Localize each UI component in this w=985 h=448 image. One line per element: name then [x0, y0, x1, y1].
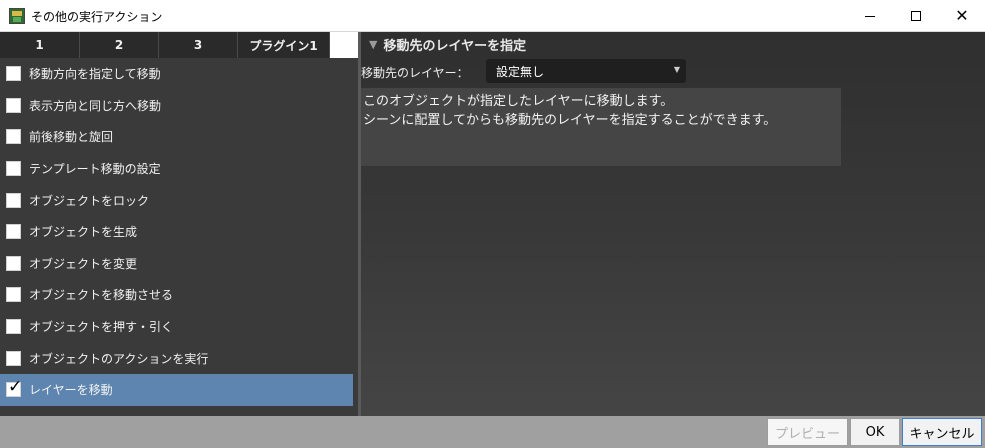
checkbox[interactable]: [6, 161, 21, 177]
chevron-down-icon: ▼: [673, 65, 680, 74]
tab-1[interactable]: 1: [0, 32, 80, 58]
list-item[interactable]: オブジェクトを押す・引く: [0, 311, 353, 343]
list-item[interactable]: テンプレート移動の設定: [0, 153, 353, 185]
checkbox[interactable]: [6, 97, 21, 113]
list-item[interactable]: オブジェクトを変更: [0, 248, 353, 280]
description-line: シーンに配置してからも移動先のレイヤーを指定することができます。: [363, 113, 777, 128]
title-bar: その他の実行アクション ✕: [0, 0, 985, 32]
minimize-icon: [865, 15, 875, 17]
list-item-label: オブジェクトを変更: [29, 256, 138, 271]
list-item[interactable]: オブジェクトを生成: [0, 216, 353, 248]
action-list: 移動方向を指定して移動 表示方向と同じ方へ移動 前後移動と旋回 テンプレート移動…: [0, 58, 353, 406]
action-list-panel: 1 2 3 プラグイン1 移動方向を指定して移動 表示方向と同じ方へ移動 前後移…: [0, 32, 358, 416]
close-button[interactable]: ✕: [939, 0, 985, 32]
checkbox[interactable]: [6, 224, 21, 240]
description-line: このオブジェクトが指定したレイヤーに移動します。: [363, 94, 674, 109]
list-item-label: 移動方向を指定して移動: [29, 67, 161, 82]
checkbox[interactable]: [6, 255, 21, 271]
checkbox[interactable]: [6, 129, 21, 145]
button-bar: プレビュー OK キャンセル: [0, 416, 985, 448]
app-icon: [9, 8, 25, 24]
layer-field-label: 移動先のレイヤー：: [361, 66, 469, 80]
checkbox[interactable]: [6, 192, 21, 208]
close-icon: ✕: [955, 6, 969, 25]
preview-button[interactable]: プレビュー: [767, 418, 848, 446]
list-item[interactable]: オブジェクトをロック: [0, 184, 353, 216]
tab-plugin1[interactable]: プラグイン1: [238, 32, 330, 58]
tab-bar: 1 2 3 プラグイン1: [0, 32, 358, 58]
list-item-label: オブジェクトを生成: [29, 225, 138, 240]
checkbox[interactable]: [6, 350, 21, 366]
list-item-label: 前後移動と旋回: [29, 130, 114, 145]
action-detail-panel: ▼ 移動先のレイヤーを指定 移動先のレイヤー： 設定無し ▼ このオブジェクトが…: [361, 32, 985, 416]
list-item[interactable]: 表示方向と同じ方へ移動: [0, 90, 353, 122]
list-item-label: レイヤーを移動: [29, 383, 113, 398]
section-header[interactable]: ▼ 移動先のレイヤーを指定: [369, 35, 526, 54]
list-item[interactable]: 前後移動と旋回: [0, 121, 353, 153]
layer-select[interactable]: 設定無し ▼: [486, 59, 686, 83]
list-item-label: オブジェクトを押す・引く: [29, 320, 174, 335]
cancel-button[interactable]: キャンセル: [902, 418, 982, 446]
maximize-icon: [911, 11, 921, 21]
tab-bar-filler: [330, 32, 358, 58]
list-item-label: オブジェクトをロック: [29, 193, 150, 208]
description-box: このオブジェクトが指定したレイヤーに移動します。 シーンに配置してからも移動先の…: [361, 88, 841, 166]
window-title: その他の実行アクション: [31, 10, 163, 24]
checkbox[interactable]: [6, 319, 21, 335]
collapse-triangle-icon[interactable]: ▼: [369, 38, 377, 51]
list-item-label: 表示方向と同じ方へ移動: [29, 98, 162, 113]
list-item-label: テンプレート移動の設定: [29, 162, 161, 177]
checkbox[interactable]: [6, 66, 21, 82]
ok-button[interactable]: OK: [850, 418, 900, 446]
list-item-label: オブジェクトを移動させる: [29, 288, 174, 303]
list-item[interactable]: オブジェクトのアクションを実行: [0, 342, 353, 374]
minimize-button[interactable]: [847, 0, 893, 32]
checkbox[interactable]: [6, 287, 21, 303]
maximize-button[interactable]: [893, 0, 939, 32]
checkmark-icon: ✓: [8, 377, 23, 398]
list-item-label: オブジェクトのアクションを実行: [29, 351, 209, 366]
checkbox-checked[interactable]: ✓: [6, 377, 23, 398]
section-title: 移動先のレイヤーを指定: [383, 39, 527, 54]
tab-2[interactable]: 2: [80, 32, 159, 58]
list-item-selected[interactable]: ✓ レイヤーを移動: [0, 373, 353, 406]
list-item[interactable]: 移動方向を指定して移動: [0, 58, 353, 90]
layer-select-value: 設定無し: [496, 64, 545, 79]
tab-3[interactable]: 3: [159, 32, 238, 58]
list-item[interactable]: オブジェクトを移動させる: [0, 279, 353, 311]
